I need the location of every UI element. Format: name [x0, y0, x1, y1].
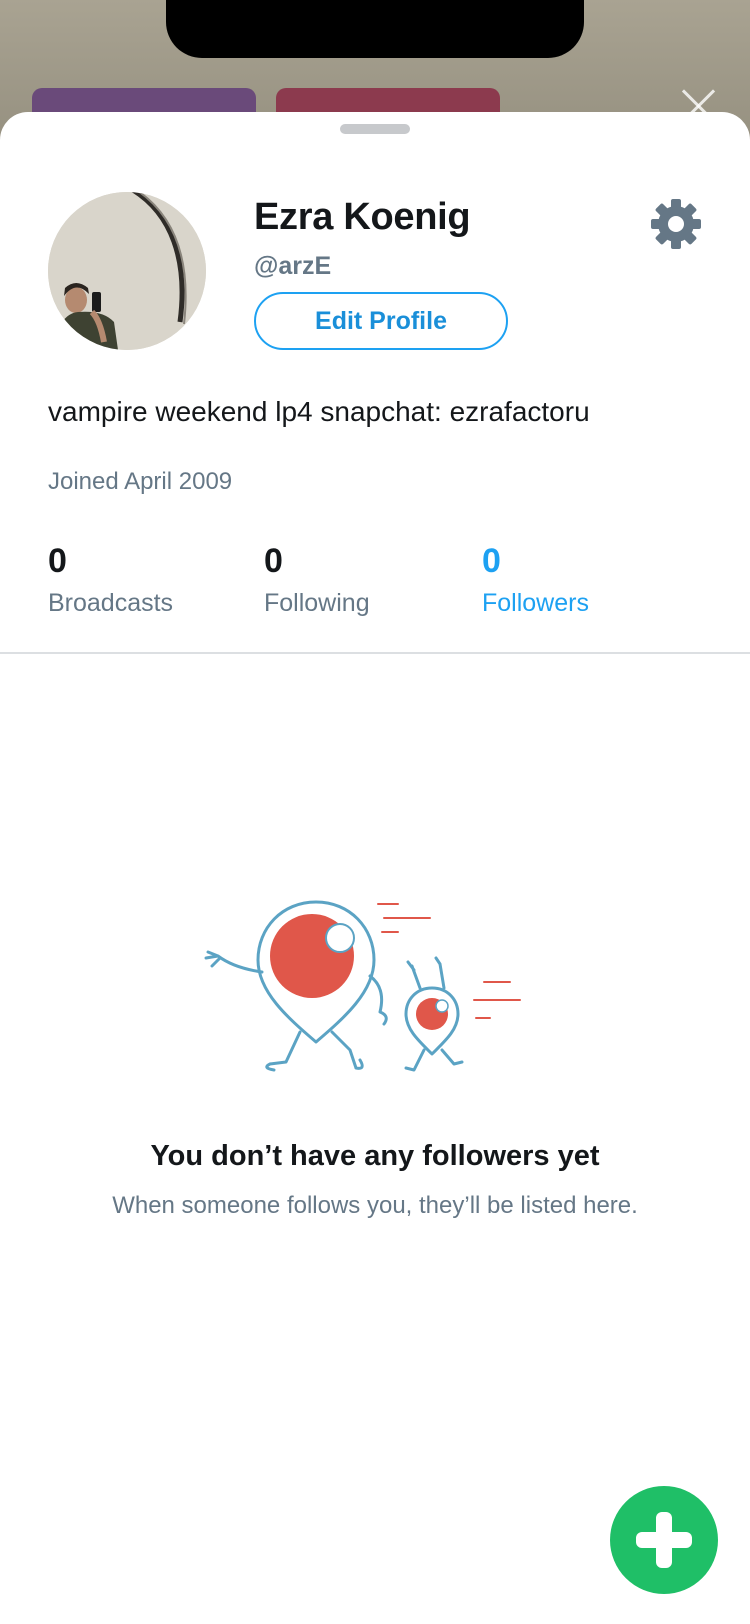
edit-profile-button[interactable]: Edit Profile: [254, 292, 508, 350]
empty-state-subtitle: When someone follows you, they’ll be lis…: [112, 1192, 638, 1219]
section-divider: [0, 652, 750, 654]
avatar-photo: [48, 192, 206, 350]
stat-label: Broadcasts: [48, 589, 174, 617]
stat-count: 0: [48, 542, 67, 580]
joined-date: Joined April 2009: [48, 468, 233, 495]
stat-label: Followers: [482, 589, 589, 617]
stat-count: 0: [482, 542, 501, 580]
stat-followers[interactable]: 0 Followers: [482, 542, 589, 618]
plus-icon: [636, 1512, 692, 1568]
add-button[interactable]: [610, 1486, 718, 1594]
profile-sheet: Ezra Koenig @arzE Edit Profile vampire w…: [0, 112, 750, 1624]
sheet-grabber[interactable]: [340, 124, 410, 134]
stat-following[interactable]: 0 Following: [264, 542, 370, 618]
empty-state-illustration: [200, 892, 550, 1102]
avatar[interactable]: [48, 192, 206, 350]
profile-bio: vampire weekend lp4 snapchat: ezrafactor…: [48, 396, 590, 427]
gear-icon[interactable]: [648, 196, 704, 252]
stat-broadcasts[interactable]: 0 Broadcasts: [48, 542, 173, 618]
empty-state-title: You don’t have any followers yet: [150, 1140, 600, 1172]
device-notch: [166, 0, 584, 58]
profile-handle: @arzE: [254, 252, 332, 280]
stat-label: Following: [264, 589, 370, 617]
profile-name: Ezra Koenig: [254, 196, 471, 238]
stat-count: 0: [264, 542, 283, 580]
